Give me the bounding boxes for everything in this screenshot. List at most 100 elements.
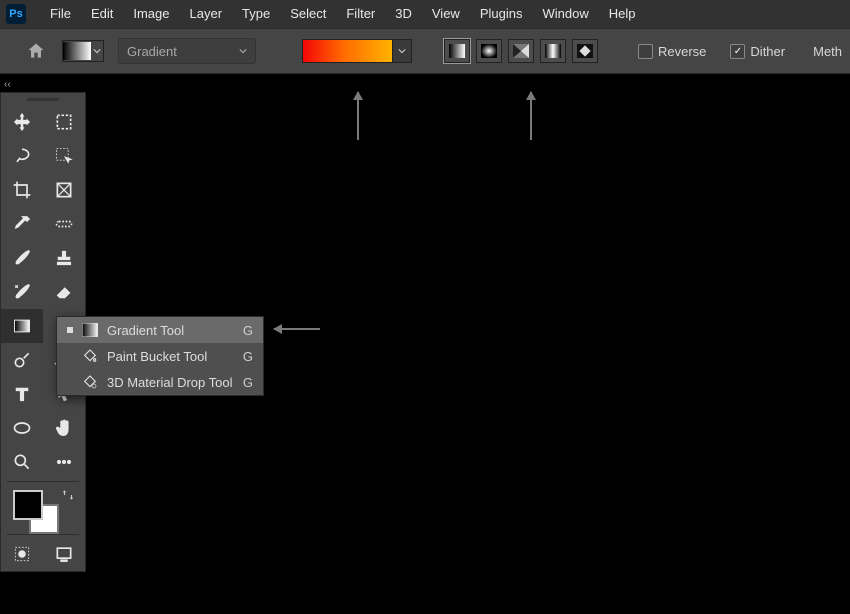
type-icon: [12, 384, 32, 404]
brush-icon: [12, 248, 32, 268]
flyout-item-shortcut: G: [243, 349, 253, 364]
dither-checkbox[interactable]: [730, 44, 745, 59]
reverse-label: Reverse: [658, 44, 706, 59]
gradient-icon: [81, 321, 99, 339]
panel-collapse-button[interactable]: ‹‹: [0, 74, 850, 94]
quick-mask-icon: [12, 544, 32, 564]
tool-preset-picker[interactable]: [62, 40, 104, 62]
tool-screen-mode[interactable]: [43, 537, 85, 571]
gradient-preset-label: Gradient: [127, 44, 177, 59]
annotation-arrow: [530, 92, 532, 140]
flyout-item-3d-material-drop[interactable]: 3D Material Drop Tool G: [57, 369, 263, 395]
menu-bar: Ps File Edit Image Layer Type Select Fil…: [0, 0, 850, 28]
tool-quick-mask[interactable]: [1, 537, 43, 571]
chevron-down-icon: [398, 47, 406, 55]
home-icon: [26, 41, 46, 61]
zoom-icon: [12, 452, 32, 472]
marquee-icon: [54, 112, 74, 132]
app-logo: Ps: [6, 4, 26, 24]
tool-dodge[interactable]: [1, 343, 43, 377]
tool-frame[interactable]: [43, 173, 85, 207]
gradient-preset-dropdown[interactable]: Gradient: [118, 38, 256, 64]
menu-layer[interactable]: Layer: [180, 0, 233, 28]
menu-file[interactable]: File: [40, 0, 81, 28]
menu-type[interactable]: Type: [232, 0, 280, 28]
tool-lasso[interactable]: [1, 139, 43, 173]
stamp-icon: [54, 248, 74, 268]
paint-bucket-icon: [81, 347, 99, 365]
menu-filter[interactable]: Filter: [336, 0, 385, 28]
eraser-icon: [54, 282, 74, 302]
menu-edit[interactable]: Edit: [81, 0, 123, 28]
gradient-editor-dropdown[interactable]: [392, 40, 411, 62]
tool-rectangular-marquee[interactable]: [43, 105, 85, 139]
gradient-type-radial[interactable]: [476, 39, 502, 63]
annotation-arrow: [274, 328, 320, 330]
ellipse-icon: [12, 418, 32, 438]
tool-history-brush[interactable]: [1, 275, 43, 309]
tool-move[interactable]: [1, 105, 43, 139]
tool-rectangle[interactable]: [1, 411, 43, 445]
toolbox-grip[interactable]: [1, 93, 85, 105]
chevron-down-icon: [239, 47, 247, 55]
eyedropper-icon: [12, 214, 32, 234]
swap-colors-icon[interactable]: [61, 488, 75, 502]
reverse-checkbox[interactable]: [638, 44, 653, 59]
gradient-type-angle[interactable]: [508, 39, 534, 63]
flyout-item-shortcut: G: [243, 323, 253, 338]
gradient-type-diamond[interactable]: [572, 39, 598, 63]
tool-edit-toolbar[interactable]: [43, 445, 85, 479]
foreground-background-colors[interactable]: [1, 484, 85, 532]
tool-zoom[interactable]: [1, 445, 43, 479]
lasso-icon: [12, 146, 32, 166]
tool-eraser[interactable]: [43, 275, 85, 309]
crop-icon: [12, 180, 32, 200]
tool-quick-selection[interactable]: [43, 139, 85, 173]
gradient-type-linear[interactable]: [444, 39, 470, 63]
annotation-arrow: [357, 92, 359, 140]
menu-help[interactable]: Help: [599, 0, 646, 28]
dither-option[interactable]: Dither: [730, 44, 785, 59]
gradient-type-group: [444, 39, 598, 63]
flyout-item-paint-bucket[interactable]: Paint Bucket Tool G: [57, 343, 263, 369]
menu-3d[interactable]: 3D: [385, 0, 422, 28]
menu-image[interactable]: Image: [123, 0, 179, 28]
gradient-preview: [303, 40, 392, 62]
flyout-item-label: 3D Material Drop Tool: [107, 375, 235, 390]
flyout-item-label: Gradient Tool: [107, 323, 235, 338]
tool-hand[interactable]: [43, 411, 85, 445]
tool-flyout-menu: Gradient Tool G Paint Bucket Tool G 3D M…: [56, 316, 264, 396]
foreground-color-swatch[interactable]: [13, 490, 43, 520]
flyout-item-gradient[interactable]: Gradient Tool G: [57, 317, 263, 343]
hand-icon: [54, 418, 74, 438]
flyout-item-label: Paint Bucket Tool: [107, 349, 235, 364]
history-brush-icon: [12, 282, 32, 302]
options-bar: Gradient Reverse Dither Meth: [0, 28, 850, 74]
tool-clone-stamp[interactable]: [43, 241, 85, 275]
quick-selection-icon: [54, 146, 74, 166]
gradient-icon: [12, 316, 32, 336]
tool-type[interactable]: [1, 377, 43, 411]
tool-crop[interactable]: [1, 173, 43, 207]
gradient-editor-button[interactable]: [302, 39, 412, 63]
menu-plugins[interactable]: Plugins: [470, 0, 533, 28]
tool-gradient[interactable]: [1, 309, 43, 343]
selected-indicator: [67, 327, 73, 333]
material-drop-icon: [81, 373, 99, 391]
more-icon: [54, 452, 74, 472]
dodge-icon: [12, 350, 32, 370]
gradient-type-reflected[interactable]: [540, 39, 566, 63]
healing-icon: [54, 214, 74, 234]
tool-eyedropper[interactable]: [1, 207, 43, 241]
tool-preset-swatch: [63, 42, 91, 60]
menu-window[interactable]: Window: [532, 0, 598, 28]
frame-icon: [54, 180, 74, 200]
reverse-option[interactable]: Reverse: [638, 44, 706, 59]
tool-brush[interactable]: [1, 241, 43, 275]
home-button[interactable]: [24, 39, 48, 63]
tool-spot-healing[interactable]: [43, 207, 85, 241]
menu-select[interactable]: Select: [280, 0, 336, 28]
dither-label: Dither: [750, 44, 785, 59]
method-label: Meth: [813, 44, 842, 59]
menu-view[interactable]: View: [422, 0, 470, 28]
